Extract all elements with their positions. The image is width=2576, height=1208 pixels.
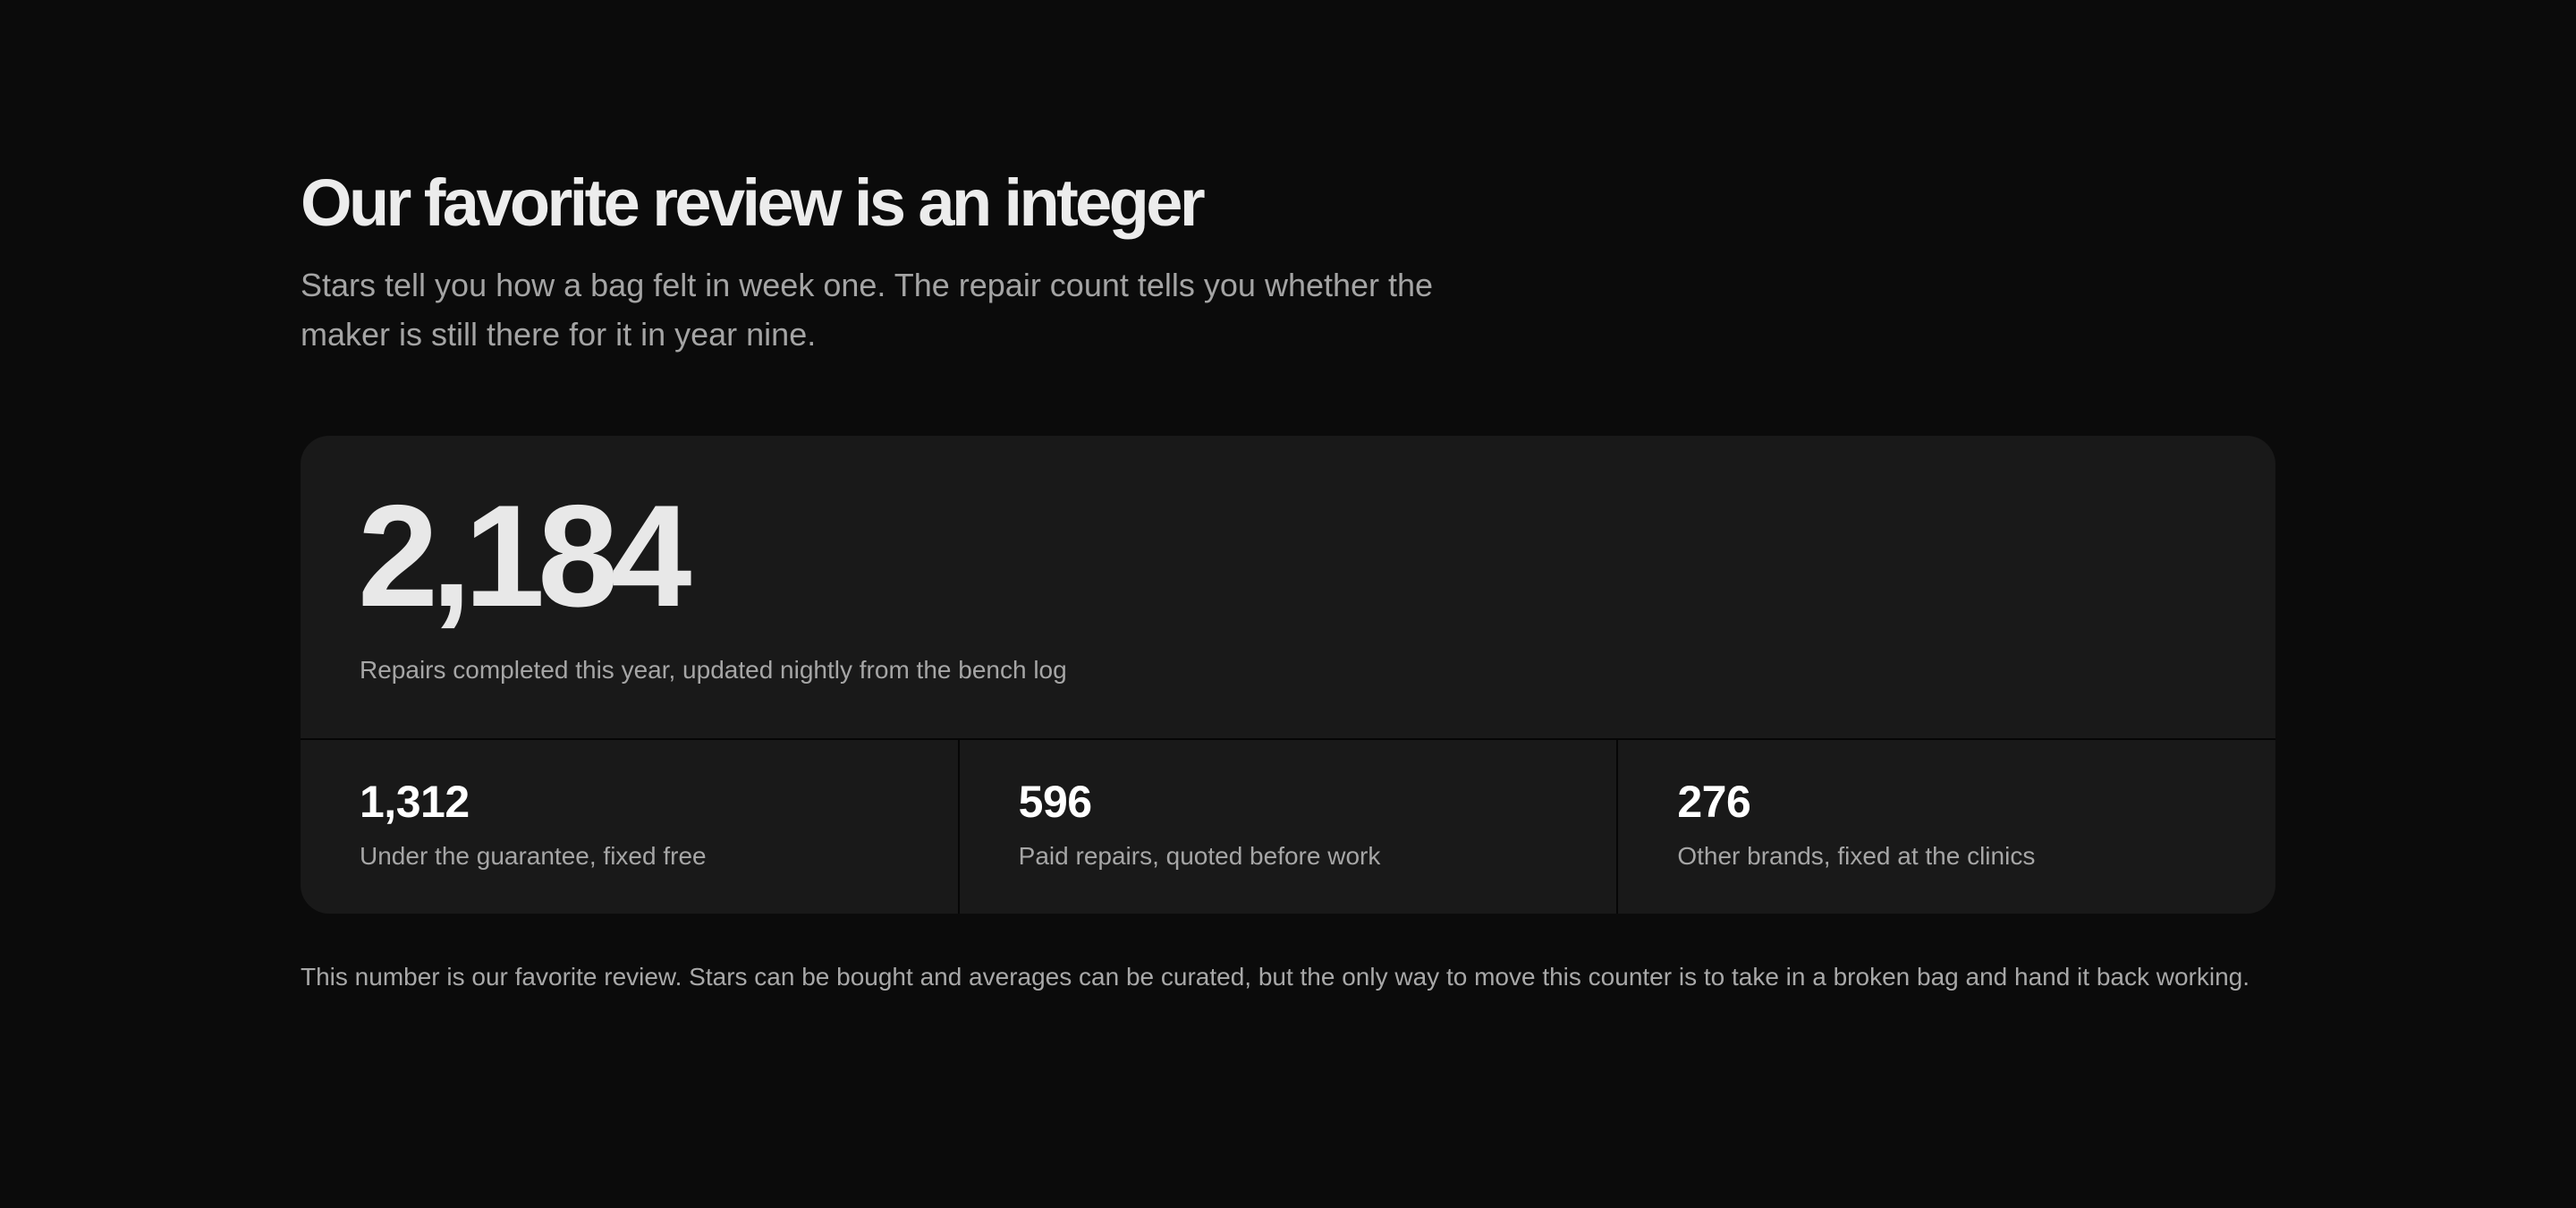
stat-paid: 596 Paid repairs, quoted before work bbox=[957, 740, 1617, 915]
stat-value: 596 bbox=[1018, 777, 1092, 828]
footnote: This number is our favorite review. Star… bbox=[301, 963, 2250, 991]
repair-count-section: Our favorite review is an integer Stars … bbox=[301, 166, 2275, 995]
section-heading: Our favorite review is an integer bbox=[301, 166, 1206, 240]
repair-counter-card: 2,184 Repairs completed this year, updat… bbox=[301, 436, 2275, 915]
total-repairs-panel: 2,184 Repairs completed this year, updat… bbox=[301, 436, 2275, 738]
stat-label: Paid repairs, quoted before work bbox=[1018, 842, 1381, 871]
repair-breakdown: 1,312 Under the guarantee, fixed free 59… bbox=[301, 740, 2275, 915]
total-repairs-caption: Repairs completed this year, updated nig… bbox=[360, 656, 1067, 685]
stat-value: 1,312 bbox=[360, 777, 470, 828]
stat-value: 276 bbox=[1677, 777, 1751, 828]
stat-label: Other brands, fixed at the clinics bbox=[1677, 842, 2036, 871]
stat-guarantee: 1,312 Under the guarantee, fixed free bbox=[301, 740, 958, 914]
section-lede: Stars tell you how a bag felt in week on… bbox=[301, 267, 1434, 353]
stat-label: Under the guarantee, fixed free bbox=[360, 842, 707, 871]
stat-other-brands: 276 Other brands, fixed at the clinics bbox=[1616, 740, 2275, 915]
total-repairs-count: 2,184 bbox=[358, 475, 691, 638]
